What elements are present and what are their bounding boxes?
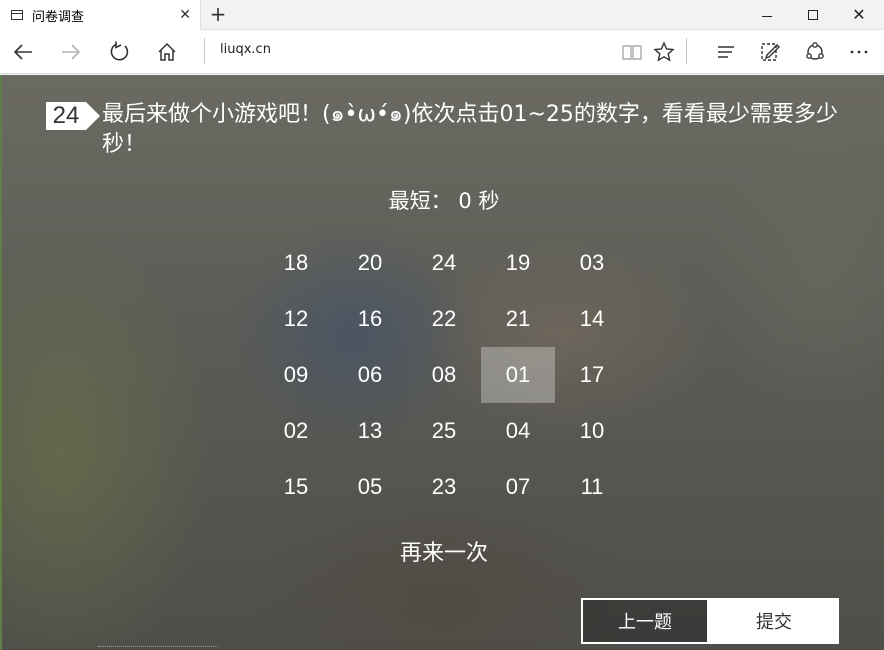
number-cell[interactable]: 07 (481, 459, 555, 515)
number-cell[interactable]: 19 (481, 235, 555, 291)
question-number: 24 (46, 102, 86, 130)
navigation-bar: liuqx.cn (0, 30, 884, 74)
hub-button[interactable] (710, 36, 742, 68)
tab-title: 问卷调查 (32, 9, 85, 25)
number-cell[interactable]: 09 (259, 347, 333, 403)
nav-divider (204, 38, 205, 64)
web-note-icon (761, 43, 780, 61)
number-cell[interactable]: 22 (407, 291, 481, 347)
new-tab-button[interactable]: + (208, 4, 228, 24)
more-icon (850, 50, 868, 54)
retry-button[interactable]: 再来一次 (2, 535, 884, 567)
number-cell[interactable]: 12 (259, 291, 333, 347)
best-time: 最短： 0 秒 (388, 189, 500, 213)
hub-icon (718, 46, 734, 58)
maximize-icon (808, 10, 818, 20)
number-cell[interactable]: 18 (259, 235, 333, 291)
reading-view-button[interactable] (616, 36, 648, 68)
question-number-arrow (86, 102, 100, 130)
forward-button[interactable] (55, 36, 87, 68)
maximize-button[interactable] (790, 0, 836, 30)
back-arrow-icon (13, 44, 32, 60)
minimize-icon (762, 15, 772, 17)
submit-button[interactable]: 提交 (709, 598, 839, 644)
number-cell[interactable]: 11 (555, 459, 629, 515)
number-cell[interactable]: 04 (481, 403, 555, 459)
more-button[interactable] (843, 36, 875, 68)
tab-page-icon (11, 10, 23, 20)
share-button[interactable] (799, 36, 831, 68)
number-cell[interactable]: 16 (333, 291, 407, 347)
previous-question-button[interactable]: 上一题 (581, 598, 709, 644)
question-text: 最后来做个小游戏吧！(๑•̀ω•́๑)依次点击01~25的数字，看看最少需要多少… (102, 102, 838, 157)
number-cell[interactable]: 02 (259, 403, 333, 459)
number-cell[interactable]: 21 (481, 291, 555, 347)
number-cell[interactable]: 10 (555, 403, 629, 459)
address-bar[interactable]: liuqx.cn (220, 42, 271, 57)
forward-arrow-icon (62, 44, 81, 60)
number-cell[interactable]: 08 (407, 347, 481, 403)
reading-view-icon (622, 45, 642, 60)
number-cell[interactable]: 15 (259, 459, 333, 515)
refresh-icon (110, 41, 129, 61)
number-cell[interactable]: 23 (407, 459, 481, 515)
toolbar-divider (686, 38, 687, 64)
number-grid: 18 20 24 19 03 12 16 22 21 14 09 06 08 01 17 02 13 25 04 10… (259, 235, 629, 517)
close-icon: ✕ (852, 5, 866, 24)
number-cell[interactable]: 25 (407, 403, 481, 459)
favorite-button[interactable] (648, 36, 680, 68)
share-icon (806, 42, 824, 60)
page-bottom-edge (98, 646, 218, 650)
number-cell[interactable]: 06 (333, 347, 407, 403)
tab-close-button[interactable]: ✕ (179, 7, 191, 23)
back-button[interactable] (7, 36, 39, 68)
number-cell[interactable]: 03 (555, 235, 629, 291)
tab-bar: 问卷调查 ✕ + ✕ (0, 0, 884, 30)
web-note-button[interactable] (754, 36, 786, 68)
number-cell[interactable]: 24 (407, 235, 481, 291)
survey-page: 24 最后来做个小游戏吧！(๑•̀ω•́๑)依次点击01~25的数字，看看最少需… (0, 75, 884, 650)
number-cell[interactable]: 14 (555, 291, 629, 347)
refresh-button[interactable] (103, 36, 135, 68)
number-cell[interactable]: 05 (333, 459, 407, 515)
close-window-button[interactable]: ✕ (836, 0, 882, 30)
minimize-button[interactable] (744, 0, 790, 30)
number-cell[interactable]: 13 (333, 403, 407, 459)
number-cell[interactable]: 01 (481, 347, 555, 403)
favorite-star-icon (653, 41, 675, 62)
number-cell[interactable]: 17 (555, 347, 629, 403)
home-icon (158, 42, 176, 61)
home-button[interactable] (151, 36, 183, 68)
browser-tab[interactable]: 问卷调查 ✕ (0, 0, 201, 30)
number-cell[interactable]: 20 (333, 235, 407, 291)
